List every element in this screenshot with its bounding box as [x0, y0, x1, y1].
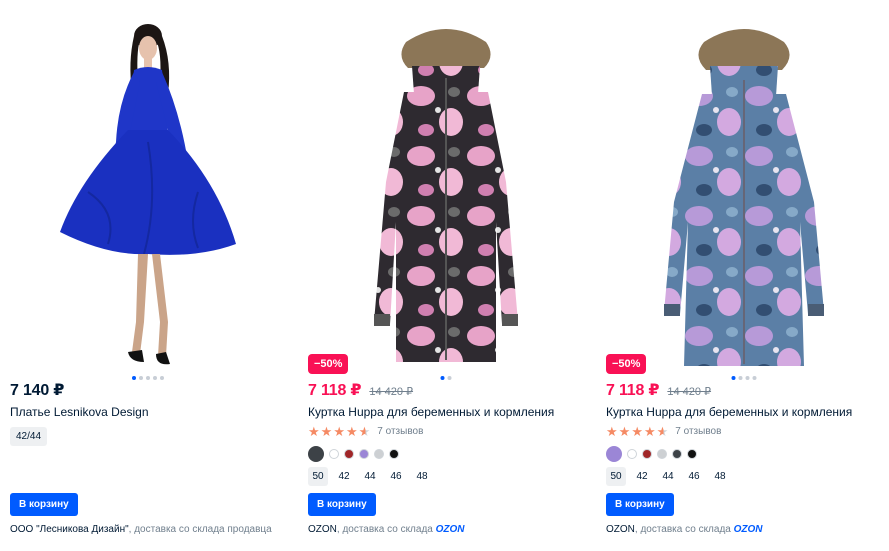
- delivery-text: , доставка со склада: [634, 524, 734, 535]
- color-swatch[interactable]: [672, 449, 682, 459]
- seller-name[interactable]: OZON: [606, 524, 635, 535]
- color-swatch[interactable]: [606, 446, 622, 462]
- carousel-dot[interactable]: [745, 376, 750, 380]
- delivery-text: , доставка со склада продавца: [128, 524, 272, 535]
- carousel-dot[interactable]: [440, 376, 445, 380]
- size-options[interactable]: 50 42 44 46 48: [308, 467, 432, 486]
- ozon-logo: OZON: [733, 524, 763, 535]
- carousel-dot[interactable]: [447, 376, 452, 380]
- image-carousel-dots[interactable]: [132, 376, 164, 380]
- star-icon: ★: [606, 424, 618, 439]
- star-icon: ★: [320, 424, 333, 439]
- delivery-text: , доставка со склада: [336, 524, 436, 535]
- color-swatch[interactable]: [642, 449, 652, 459]
- carousel-dot[interactable]: [146, 376, 150, 380]
- star-icon: ★: [333, 424, 345, 439]
- carousel-dot[interactable]: [752, 376, 757, 380]
- add-to-cart-button[interactable]: В корзину: [10, 493, 78, 516]
- color-swatch[interactable]: [657, 449, 667, 459]
- discount-badge: −50%: [308, 354, 349, 374]
- seller-info: OZON, доставка со склада OZON: [606, 524, 763, 535]
- size-chip[interactable]: 42/44: [10, 427, 48, 446]
- half-star-icon: ★: [358, 424, 371, 439]
- size-option[interactable]: 50: [606, 467, 626, 486]
- product-title[interactable]: Платье Lesnikova Design: [10, 405, 149, 419]
- seller-info: OZON, доставка со склада OZON: [308, 524, 465, 535]
- carousel-dot[interactable]: [738, 376, 743, 380]
- add-to-cart-button[interactable]: В корзину: [308, 493, 376, 516]
- size-option[interactable]: 48: [412, 467, 432, 486]
- price-row: 7 140 ₽: [10, 380, 64, 400]
- size-option[interactable]: 46: [386, 467, 406, 486]
- color-swatches[interactable]: [308, 446, 399, 462]
- price-row: 7 118 ₽ 14 420 ₽: [606, 380, 711, 400]
- price: 7 140 ₽: [10, 382, 65, 399]
- size-option[interactable]: 42: [334, 467, 354, 486]
- rating[interactable]: ★ ★ ★ ★ ★ 7 отзывов: [308, 425, 423, 438]
- color-swatch[interactable]: [389, 449, 399, 459]
- product-title[interactable]: Куртка Huppa для беременных и кормления: [606, 405, 852, 419]
- blue-floral-jacket-photo: [664, 29, 824, 366]
- product-card[interactable]: 7 140 ₽ Платье Lesnikova Design 42/44 В …: [10, 12, 286, 542]
- product-image[interactable]: −50%: [606, 12, 882, 380]
- seller-info: ООО "Лесникова Дизайн", доставка со скла…: [10, 524, 272, 535]
- carousel-dot[interactable]: [132, 376, 136, 380]
- blue-dress-photo: [60, 24, 236, 365]
- old-price: 14 420 ₽: [369, 386, 414, 398]
- add-to-cart-button[interactable]: В корзину: [606, 493, 674, 516]
- product-card[interactable]: −50% 7 118 ₽ 14 420 ₽ Куртка Huppa для б…: [606, 12, 882, 542]
- carousel-dot[interactable]: [731, 376, 736, 380]
- ozon-logo: OZON: [435, 524, 465, 535]
- color-swatch[interactable]: [344, 449, 354, 459]
- product-card[interactable]: −50% 7 118 ₽ 14 420 ₽ Куртка Huppa для б…: [308, 12, 584, 542]
- product-title[interactable]: Куртка Huppa для беременных и кормления: [308, 405, 554, 419]
- reviews-count[interactable]: 7 отзывов: [675, 426, 721, 437]
- star-icon: ★: [631, 424, 643, 439]
- size-options[interactable]: 50 42 44 46 48: [606, 467, 730, 486]
- color-swatch[interactable]: [359, 449, 369, 459]
- carousel-dot[interactable]: [153, 376, 157, 380]
- star-icon: ★: [308, 424, 320, 439]
- size-option[interactable]: 42: [632, 467, 652, 486]
- product-image[interactable]: −50%: [308, 12, 584, 380]
- color-swatches[interactable]: [606, 446, 697, 462]
- rating[interactable]: ★ ★ ★ ★ ★ 7 отзывов: [606, 425, 721, 438]
- star-icon: ★: [643, 424, 656, 439]
- price-row: 7 118 ₽ 14 420 ₽: [308, 380, 413, 400]
- price: 7 118 ₽: [606, 382, 660, 399]
- carousel-dot[interactable]: [160, 376, 164, 380]
- star-icon: ★: [345, 424, 358, 439]
- image-carousel-dots[interactable]: [440, 376, 452, 380]
- price: 7 118 ₽: [308, 382, 362, 399]
- seller-name[interactable]: OZON: [308, 524, 337, 535]
- color-swatch[interactable]: [374, 449, 384, 459]
- size-option[interactable]: 44: [360, 467, 380, 486]
- image-carousel-dots[interactable]: [731, 376, 757, 380]
- half-star-icon: ★: [656, 424, 669, 439]
- carousel-dot[interactable]: [139, 376, 143, 380]
- color-swatch[interactable]: [329, 449, 339, 459]
- pink-floral-jacket-photo: [374, 29, 518, 362]
- reviews-count[interactable]: 7 отзывов: [377, 426, 423, 437]
- color-swatch[interactable]: [308, 446, 324, 462]
- old-price: 14 420 ₽: [667, 386, 712, 398]
- product-image[interactable]: [10, 12, 286, 380]
- color-swatch[interactable]: [627, 449, 637, 459]
- star-icon: ★: [618, 424, 631, 439]
- color-swatch[interactable]: [687, 449, 697, 459]
- size-option[interactable]: 50: [308, 467, 328, 486]
- size-option[interactable]: 46: [684, 467, 704, 486]
- size-option[interactable]: 48: [710, 467, 730, 486]
- size-option[interactable]: 44: [658, 467, 678, 486]
- discount-badge: −50%: [606, 354, 647, 374]
- seller-name[interactable]: ООО "Лесникова Дизайн": [10, 524, 129, 535]
